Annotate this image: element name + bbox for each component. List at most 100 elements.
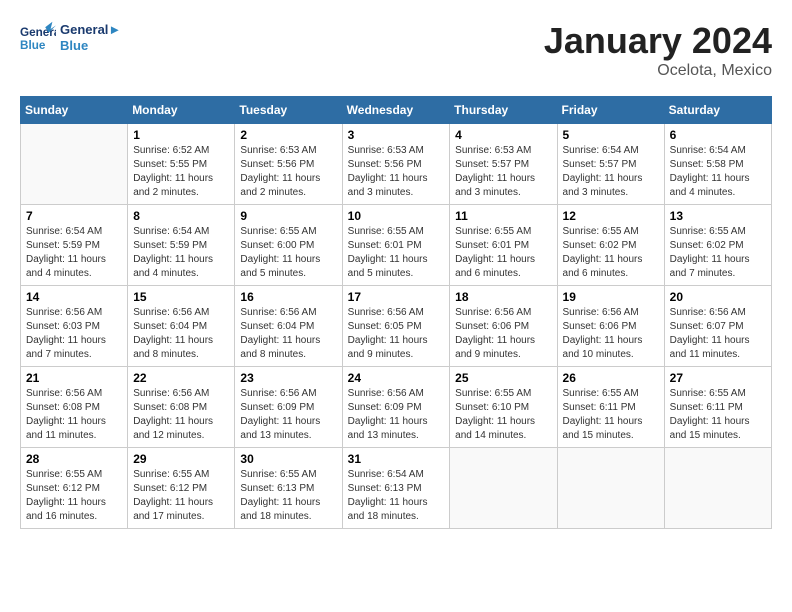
day-info: Sunrise: 6:56 AMSunset: 6:05 PMDaylight:… [348, 306, 445, 362]
calendar-cell [21, 124, 128, 205]
calendar-cell: 26 Sunrise: 6:55 AMSunset: 6:11 PMDayligh… [557, 367, 664, 448]
day-info: Sunrise: 6:55 AMSunset: 6:11 PMDaylight:… [563, 387, 659, 443]
day-info: Sunrise: 6:54 AMSunset: 5:59 PMDaylight:… [133, 225, 229, 281]
calendar-cell: 16 Sunrise: 6:56 AMSunset: 6:04 PMDayligh… [235, 286, 342, 367]
calendar-cell: 9 Sunrise: 6:55 AMSunset: 6:00 PMDaylight… [235, 205, 342, 286]
calendar-cell: 18 Sunrise: 6:56 AMSunset: 6:06 PMDayligh… [450, 286, 557, 367]
calendar-cell: 19Sunrise: 6:56 AMSunset: 6:06 PMDayligh… [557, 286, 664, 367]
title-area: January 2024 Ocelota, Mexico [544, 20, 772, 80]
day-info: Sunrise: 6:54 AMSunset: 6:13 PMDaylight:… [348, 468, 445, 524]
day-info: Sunrise: 6:56 AMSunset: 6:09 PMDaylight:… [348, 387, 445, 443]
calendar-cell [557, 448, 664, 529]
calendar-cell: 25Sunrise: 6:55 AMSunset: 6:10 PMDayligh… [450, 367, 557, 448]
calendar-cell: 27 Sunrise: 6:55 AMSunset: 6:11 PMDayligh… [664, 367, 771, 448]
logo: General Blue General► Blue [20, 20, 121, 56]
day-info: Sunrise: 6:53 AMSunset: 5:57 PMDaylight:… [455, 144, 551, 200]
day-number: 8 [133, 209, 229, 223]
calendar-cell: 1 Sunrise: 6:52 AMSunset: 5:55 PMDaylight… [128, 124, 235, 205]
logo-icon: General Blue [20, 20, 56, 56]
calendar-cell: 14 Sunrise: 6:56 AMSunset: 6:03 PMDayligh… [21, 286, 128, 367]
day-info: Sunrise: 6:55 AMSunset: 6:01 PMDaylight:… [455, 225, 551, 281]
calendar-week-row: 7Sunrise: 6:54 AMSunset: 5:59 PMDaylight… [21, 205, 772, 286]
calendar-week-row: 28 Sunrise: 6:55 AMSunset: 6:12 PMDayligh… [21, 448, 772, 529]
day-info: Sunrise: 6:56 AMSunset: 6:06 PMDaylight:… [455, 306, 551, 362]
day-info: Sunrise: 6:55 AMSunset: 6:12 PMDaylight:… [133, 468, 229, 524]
calendar-cell: 3 Sunrise: 6:53 AMSunset: 5:56 PMDaylight… [342, 124, 450, 205]
calendar-cell: 11Sunrise: 6:55 AMSunset: 6:01 PMDayligh… [450, 205, 557, 286]
day-info: Sunrise: 6:54 AMSunset: 5:57 PMDaylight:… [563, 144, 659, 200]
day-info: Sunrise: 6:55 AMSunset: 6:10 PMDaylight:… [455, 387, 551, 443]
calendar-cell: 5 Sunrise: 6:54 AMSunset: 5:57 PMDaylight… [557, 124, 664, 205]
day-number: 17 [348, 290, 445, 304]
calendar-week-row: 21 Sunrise: 6:56 AMSunset: 6:08 PMDayligh… [21, 367, 772, 448]
day-number: 9 [240, 209, 336, 223]
day-info: Sunrise: 6:56 AMSunset: 6:03 PMDaylight:… [26, 306, 122, 362]
day-info: Sunrise: 6:55 AMSunset: 6:02 PMDaylight:… [563, 225, 659, 281]
calendar-cell: 31Sunrise: 6:54 AMSunset: 6:13 PMDayligh… [342, 448, 450, 529]
day-info: Sunrise: 6:56 AMSunset: 6:07 PMDaylight:… [670, 306, 766, 362]
calendar-cell: 22 Sunrise: 6:56 AMSunset: 6:08 PMDayligh… [128, 367, 235, 448]
calendar-cell: 23 Sunrise: 6:56 AMSunset: 6:09 PMDayligh… [235, 367, 342, 448]
day-number: 20 [670, 290, 766, 304]
day-number: 23 [240, 371, 336, 385]
weekday-header: Saturday [664, 97, 771, 124]
day-number: 24 [348, 371, 445, 385]
location: Ocelota, Mexico [544, 62, 772, 80]
calendar-cell: 2Sunrise: 6:53 AMSunset: 5:56 PMDaylight… [235, 124, 342, 205]
day-number: 16 [240, 290, 336, 304]
day-number: 14 [26, 290, 122, 304]
day-info: Sunrise: 6:55 AMSunset: 6:01 PMDaylight:… [348, 225, 445, 281]
calendar-header-row: SundayMondayTuesdayWednesdayThursdayFrid… [21, 97, 772, 124]
day-number: 30 [240, 452, 336, 466]
calendar-cell: 13 Sunrise: 6:55 AMSunset: 6:02 PMDayligh… [664, 205, 771, 286]
day-number: 4 [455, 128, 551, 142]
weekday-header: Monday [128, 97, 235, 124]
day-info: Sunrise: 6:56 AMSunset: 6:04 PMDaylight:… [240, 306, 336, 362]
day-info: Sunrise: 6:55 AMSunset: 6:13 PMDaylight:… [240, 468, 336, 524]
calendar-cell: 24 Sunrise: 6:56 AMSunset: 6:09 PMDayligh… [342, 367, 450, 448]
day-info: Sunrise: 6:52 AMSunset: 5:55 PMDaylight:… [133, 144, 229, 200]
calendar-cell: 6 Sunrise: 6:54 AMSunset: 5:58 PMDaylight… [664, 124, 771, 205]
calendar-cell: 17 Sunrise: 6:56 AMSunset: 6:05 PMDayligh… [342, 286, 450, 367]
day-info: Sunrise: 6:56 AMSunset: 6:06 PMDaylight:… [563, 306, 659, 362]
day-number: 15 [133, 290, 229, 304]
calendar-cell [450, 448, 557, 529]
day-info: Sunrise: 6:56 AMSunset: 6:04 PMDaylight:… [133, 306, 229, 362]
weekday-header: Tuesday [235, 97, 342, 124]
calendar-cell: 21Sunrise: 6:56 AMSunset: 6:08 PMDayligh… [21, 367, 128, 448]
day-number: 6 [670, 128, 766, 142]
calendar-cell [664, 448, 771, 529]
calendar-cell: 20 Sunrise: 6:56 AMSunset: 6:07 PMDayligh… [664, 286, 771, 367]
day-info: Sunrise: 6:55 AMSunset: 6:00 PMDaylight:… [240, 225, 336, 281]
day-info: Sunrise: 6:53 AMSunset: 5:56 PMDaylight:… [348, 144, 445, 200]
day-info: Sunrise: 6:55 AMSunset: 6:02 PMDaylight:… [670, 225, 766, 281]
day-number: 5 [563, 128, 659, 142]
day-number: 3 [348, 128, 445, 142]
day-number: 18 [455, 290, 551, 304]
day-info: Sunrise: 6:54 AMSunset: 5:59 PMDaylight:… [26, 225, 122, 281]
day-info: Sunrise: 6:55 AMSunset: 6:11 PMDaylight:… [670, 387, 766, 443]
day-number: 1 [133, 128, 229, 142]
logo-text: General► [60, 23, 121, 38]
day-number: 26 [563, 371, 659, 385]
day-number: 27 [670, 371, 766, 385]
day-number: 22 [133, 371, 229, 385]
calendar-cell: 10Sunrise: 6:55 AMSunset: 6:01 PMDayligh… [342, 205, 450, 286]
weekday-header: Sunday [21, 97, 128, 124]
day-info: Sunrise: 6:56 AMSunset: 6:09 PMDaylight:… [240, 387, 336, 443]
day-number: 13 [670, 209, 766, 223]
day-info: Sunrise: 6:54 AMSunset: 5:58 PMDaylight:… [670, 144, 766, 200]
calendar-cell: 7Sunrise: 6:54 AMSunset: 5:59 PMDaylight… [21, 205, 128, 286]
day-info: Sunrise: 6:53 AMSunset: 5:56 PMDaylight:… [240, 144, 336, 200]
weekday-header: Wednesday [342, 97, 450, 124]
day-info: Sunrise: 6:56 AMSunset: 6:08 PMDaylight:… [133, 387, 229, 443]
calendar-cell: 15 Sunrise: 6:56 AMSunset: 6:04 PMDayligh… [128, 286, 235, 367]
page-header: General Blue General► Blue January 2024 … [20, 20, 772, 80]
calendar-cell: 12Sunrise: 6:55 AMSunset: 6:02 PMDayligh… [557, 205, 664, 286]
month-title: January 2024 [544, 20, 772, 62]
calendar-table: SundayMondayTuesdayWednesdayThursdayFrid… [20, 96, 772, 529]
calendar-cell: 28Sunrise: 6:55 AMSunset: 6:12 PMDayligh… [21, 448, 128, 529]
calendar-cell: 4 Sunrise: 6:53 AMSunset: 5:57 PMDaylight… [450, 124, 557, 205]
day-number: 21 [26, 371, 122, 385]
day-number: 28 [26, 452, 122, 466]
